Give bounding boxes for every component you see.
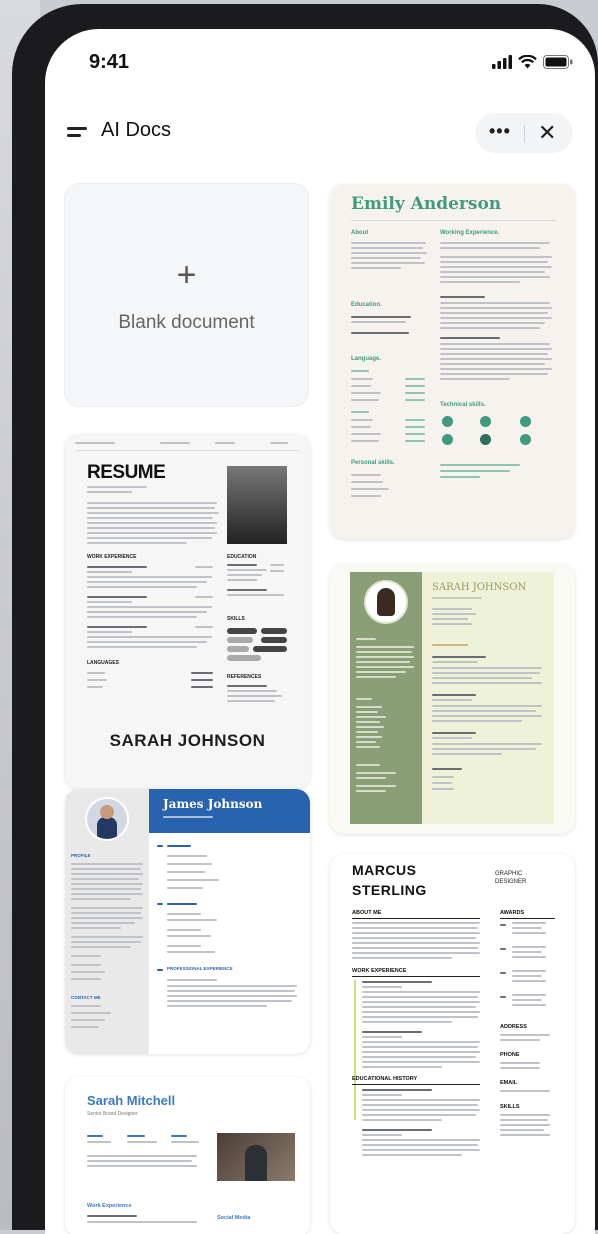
blank-document-label: Blank document [118, 312, 255, 333]
section-heading: Social Media [217, 1215, 251, 1221]
divider [524, 125, 525, 143]
template-marcus-sterling[interactable]: MARCUS STERLING GRAPHIC DESIGNER ABOUT M… [330, 854, 575, 1234]
template-james-johnson[interactable]: PROFILE CONTACT ME James Johnson PROFESS… [65, 789, 310, 1054]
app-title: AI Docs [101, 119, 172, 141]
header-actions: ••• ✕ [475, 113, 573, 153]
section-heading: Working Experience. [440, 230, 500, 236]
profile-photo [364, 580, 408, 624]
app-screen: 9:41 AI Docs ••• ✕ + Blank document Emil… [45, 29, 595, 1234]
cellular-signal-icon [492, 55, 512, 69]
template-name: Emily Anderson [351, 194, 502, 214]
section-heading: Personal skills. [351, 460, 395, 466]
section-heading: Work Experience [87, 1203, 132, 1209]
section-heading: PROFESSIONAL EXPERIENCE [167, 966, 233, 971]
status-bar: 9:41 [45, 29, 595, 99]
section-heading: REFERENCES [227, 674, 262, 680]
section-heading: EDUCATIONAL HISTORY [352, 1076, 418, 1082]
status-icons [492, 53, 573, 71]
template-sarah-johnson-green[interactable]: SARAH JOHNSON [330, 564, 575, 834]
resume-sidebar: PROFILE CONTACT ME [65, 789, 149, 1054]
battery-icon [543, 55, 573, 69]
template-subtitle: Senior Brand Designer [87, 1111, 138, 1117]
section-heading: SKILLS [227, 616, 245, 622]
section-heading: EDUCATION [227, 554, 257, 560]
more-options-button[interactable]: ••• [489, 121, 511, 142]
template-name: James Johnson [163, 797, 263, 811]
phone-frame: 9:41 AI Docs ••• ✕ + Blank document Emil… [12, 4, 598, 1234]
section-heading: EMAIL [500, 1080, 518, 1086]
status-time: 9:41 [89, 51, 130, 73]
resume-name: SARAH JOHNSON [109, 731, 266, 750]
app-header: AI Docs ••• ✕ [45, 109, 595, 159]
section-heading: WORK EXPERIENCE [352, 968, 407, 974]
section-heading: CONTACT ME [71, 995, 101, 1000]
template-resume-sarah-johnson[interactable]: RESUME WORK EXPERIENCE LANGUAGES EDUCATI… [65, 434, 310, 789]
profile-photo [217, 1133, 295, 1181]
section-heading: LANGUAGES [87, 660, 119, 666]
resume-header: James Johnson [149, 789, 310, 833]
blank-document-card[interactable]: + Blank document [65, 184, 308, 406]
close-button[interactable]: ✕ [538, 120, 556, 146]
section-heading: ABOUT ME [352, 910, 382, 916]
section-heading: Education. [351, 302, 382, 308]
section-heading: Language. [351, 356, 382, 362]
section-heading: ADDRESS [500, 1024, 527, 1030]
section-heading: PROFILE [71, 853, 91, 858]
section-heading: About [351, 230, 369, 236]
plus-icon: + [176, 256, 197, 294]
resume-main: SARAH JOHNSON [422, 572, 554, 824]
menu-icon[interactable] [67, 125, 89, 141]
wifi-icon [518, 55, 537, 69]
section-heading: Technical skills. [440, 402, 486, 408]
profile-photo [85, 797, 129, 841]
section-heading: PHONE [500, 1052, 520, 1058]
section-heading: SKILLS [500, 1104, 520, 1110]
section-heading: AWARDS [500, 910, 525, 916]
template-emily-anderson[interactable]: Emily Anderson About Working Experience.… [330, 184, 575, 539]
template-sarah-mitchell[interactable]: Sarah Mitchell Senior Brand Designer Wor… [65, 1077, 310, 1234]
template-name: MARCUS STERLING [352, 862, 427, 898]
profile-photo [227, 466, 287, 544]
template-name: SARAH JOHNSON [432, 582, 527, 593]
template-name: Sarah Mitchell [87, 1093, 176, 1108]
resume-sidebar [350, 572, 422, 824]
section-heading: WORK EXPERIENCE [87, 554, 137, 560]
template-role: GRAPHIC DESIGNER [495, 871, 527, 885]
resume-title: RESUME [87, 462, 166, 483]
